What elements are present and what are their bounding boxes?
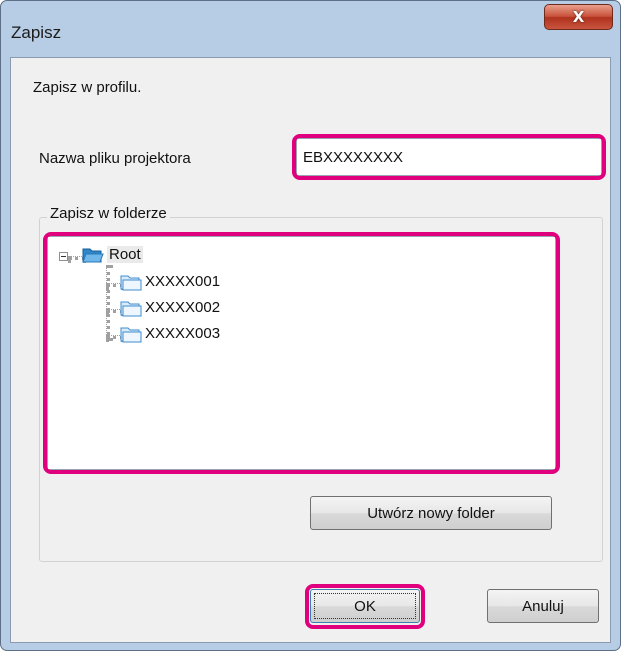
close-button[interactable]: X <box>544 4 613 30</box>
new-folder-button[interactable]: Utwórz nowy folder <box>310 496 552 530</box>
dialog-message: Zapisz w profilu. <box>33 79 142 96</box>
title-bar[interactable]: Zapisz X <box>1 1 620 45</box>
dialog-body: Zapisz w profilu. Nazwa pliku projektora… <box>10 57 611 643</box>
filename-input[interactable] <box>296 138 602 176</box>
filename-label: Nazwa pliku projektora <box>39 150 191 167</box>
ok-button[interactable]: OK <box>310 589 420 623</box>
cancel-button[interactable]: Anuluj <box>487 589 599 623</box>
folder-icon <box>120 301 142 317</box>
folder-group-label: Zapisz w folderze <box>47 205 170 222</box>
tree-node-child[interactable]: XXXXX001 <box>145 273 220 290</box>
tree-connector <box>106 265 110 341</box>
open-folder-icon <box>82 248 104 263</box>
close-icon: X <box>572 8 585 26</box>
tree-node-root[interactable]: Root <box>107 246 143 263</box>
collapse-minus-icon[interactable] <box>59 252 68 261</box>
tree-node-child[interactable]: XXXXX003 <box>145 325 220 342</box>
folder-icon <box>120 275 142 291</box>
window-title: Zapisz <box>11 23 62 42</box>
save-dialog-window: Zapisz X Zapisz w profilu. Nazwa pliku p… <box>0 0 621 651</box>
tree-node-child[interactable]: XXXXX002 <box>145 299 220 316</box>
focus-rect <box>314 593 416 619</box>
folder-icon <box>120 327 142 343</box>
folder-tree[interactable]: Root XXXXX001 XXXXX002 XXXXX003 <box>47 236 556 470</box>
